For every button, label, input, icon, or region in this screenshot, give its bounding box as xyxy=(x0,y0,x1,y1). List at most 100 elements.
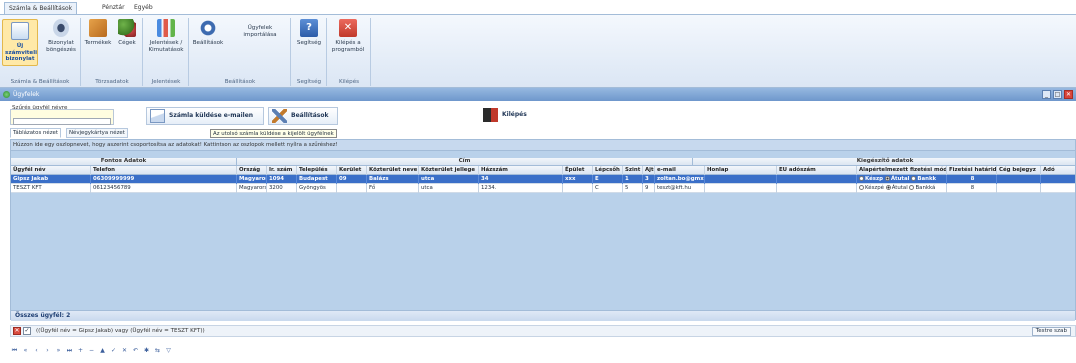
maximize-icon[interactable]: □ xyxy=(1053,90,1062,99)
ribbon-separator xyxy=(80,18,81,86)
nav-next-icon[interactable]: › xyxy=(43,346,52,355)
tab-penztar[interactable]: Pénztár xyxy=(98,2,129,14)
col-header-name[interactable]: Ügyfél név xyxy=(11,166,91,175)
table-row[interactable]: TESZT KFT 06123456789 Magyarország 3200 … xyxy=(11,184,1075,193)
payment-option-label: Átutal xyxy=(891,185,908,191)
cell-house: 34 xyxy=(479,175,563,184)
tab-table-view[interactable]: Táblázatos nézet xyxy=(10,128,61,138)
band-important-data: Fontos Adatok xyxy=(11,158,237,166)
column-header-row: Ügyfél név Telefon Ország Ir. szám Telep… xyxy=(11,166,1075,175)
toolbar-exit-button[interactable]: Kilépés xyxy=(480,107,536,125)
nav-edit-icon[interactable]: ▲ xyxy=(98,346,107,355)
tab-card-view[interactable]: Névjegykártya nézet xyxy=(66,128,128,138)
col-header-reg[interactable]: Cég bejegyz xyxy=(997,166,1041,175)
cell-eu-tax xyxy=(777,175,857,184)
col-header-tax[interactable]: Adó xyxy=(1041,166,1076,175)
col-header-district[interactable]: Kerület xyxy=(337,166,367,175)
col-header-stair[interactable]: Lépcsőh xyxy=(593,166,623,175)
col-header-street-type[interactable]: Közterület jellege xyxy=(419,166,479,175)
filter-bar: ✕ ✓ ((Ügyfél név = Gipsz Jakab) vagy (Üg… xyxy=(10,325,1076,337)
grid-footer: Összes ügyfél: 2 xyxy=(11,310,1075,321)
col-header-web[interactable]: Honlap xyxy=(705,166,777,175)
payment-radio[interactable] xyxy=(911,176,917,181)
nav-filter-icon[interactable]: ▽ xyxy=(164,346,173,355)
nav-goto-bookmark-icon[interactable]: ⇆ xyxy=(153,346,162,355)
help-icon: ? xyxy=(300,19,318,37)
document-new-icon xyxy=(11,22,29,40)
customize-filter-button[interactable]: Testre szab xyxy=(1031,327,1071,336)
window-title-bar: Ügyfelek _ □ ✕ xyxy=(0,88,1076,101)
table-row[interactable]: Gipsz Jakab 06309999999 Magyarország 109… xyxy=(11,175,1075,184)
new-voucher-button[interactable]: Új számviteli bizonylat xyxy=(2,19,38,66)
nav-cancel-icon[interactable]: ✕ xyxy=(120,346,129,355)
col-header-eu-tax[interactable]: EU adószám xyxy=(777,166,857,175)
send-invoice-email-button[interactable]: Számla küldése e-mailen xyxy=(146,107,264,125)
col-header-house[interactable]: Házszám xyxy=(479,166,563,175)
group-label-kilepes: Kilépés xyxy=(338,79,360,85)
nav-first-icon[interactable]: ⏮ xyxy=(10,346,19,355)
clear-filter-icon[interactable]: ✕ xyxy=(13,327,21,335)
cell-deadline[interactable]: 8 xyxy=(947,184,997,193)
reports-button[interactable]: Jelentések / Kimutatások xyxy=(146,19,186,53)
cell-floor: 5 xyxy=(623,184,643,193)
nav-post-icon[interactable]: ✓ xyxy=(109,346,118,355)
products-label: Termékek xyxy=(84,40,112,46)
help-button[interactable]: ? Segítség xyxy=(296,19,322,47)
col-header-payment[interactable]: Alapértelmezett fizetési mód xyxy=(857,166,947,175)
companies-icon xyxy=(118,19,136,37)
import-clients-button[interactable]: Ügyfelek importálása xyxy=(234,25,286,38)
ribbon-tab-bar: Számla & Beállítások Pénztár Egyéb xyxy=(0,0,1076,14)
browse-vouchers-button[interactable]: Bizonylat böngészés xyxy=(44,19,78,53)
toolbar-settings-button[interactable]: Beállítások xyxy=(268,107,338,125)
filter-enable-checkbox[interactable]: ✓ xyxy=(23,327,31,335)
filter-expression[interactable]: ((Ügyfél név = Gipsz Jakab) vagy (Ügyfél… xyxy=(36,326,205,336)
group-label-torzsadatok: Törzsadatok xyxy=(95,79,129,85)
col-header-city[interactable]: Település xyxy=(297,166,337,175)
gear-icon xyxy=(199,19,217,37)
col-header-deadline[interactable]: Fizetési határidő xyxy=(947,166,997,175)
nav-add-icon[interactable]: + xyxy=(76,346,85,355)
cell-web xyxy=(705,175,777,184)
ribbon-separator xyxy=(370,18,371,86)
cell-deadline[interactable]: 8 xyxy=(947,175,997,184)
col-header-floor[interactable]: Szint xyxy=(623,166,643,175)
payment-radio[interactable] xyxy=(885,185,891,190)
payment-radio[interactable] xyxy=(859,185,864,190)
tab-egyeb[interactable]: Egyéb xyxy=(130,2,157,14)
cell-country: Magyarország xyxy=(239,175,267,184)
cell-floor: 1 xyxy=(623,175,643,184)
col-header-street[interactable]: Közterület neve xyxy=(367,166,419,175)
tab-szamla-beallitasok[interactable]: Számla & Beállítások xyxy=(4,2,78,14)
nav-next-page-icon[interactable]: » xyxy=(54,346,63,355)
companies-label: Cégek xyxy=(118,40,136,46)
cell-reg xyxy=(997,175,1041,184)
companies-button[interactable]: Cégek xyxy=(114,19,140,47)
nav-delete-icon[interactable]: − xyxy=(87,346,96,355)
close-icon[interactable]: ✕ xyxy=(1064,90,1073,99)
col-header-phone[interactable]: Telefon xyxy=(91,166,237,175)
settings-label: Beállítások xyxy=(192,40,224,46)
payment-radio[interactable] xyxy=(909,185,915,190)
eye-icon xyxy=(53,19,69,37)
payment-radio[interactable] xyxy=(884,176,890,181)
col-header-email[interactable]: e-mail xyxy=(655,166,705,175)
cell-country: Magyarország xyxy=(239,184,267,193)
nav-refresh-icon[interactable]: ↶ xyxy=(131,346,140,355)
col-header-building[interactable]: Épület xyxy=(563,166,593,175)
payment-radio[interactable] xyxy=(859,176,864,181)
search-input[interactable] xyxy=(13,118,111,125)
products-button[interactable]: Termékek xyxy=(84,19,112,47)
col-header-zip[interactable]: Ir. szám xyxy=(267,166,297,175)
reports-label: Jelentések / Kimutatások xyxy=(148,40,184,53)
cell-door: 3 xyxy=(643,175,655,184)
nav-bookmark-icon[interactable]: ✱ xyxy=(142,346,151,355)
settings-button[interactable]: Beállítások xyxy=(192,19,224,47)
minimize-icon[interactable]: _ xyxy=(1042,90,1051,99)
col-header-country[interactable]: Ország xyxy=(237,166,267,175)
cell-payment: Készpé Átutal Bankká xyxy=(857,184,947,193)
exit-program-button[interactable]: ✕ Kilépés a programból xyxy=(330,19,366,53)
nav-prev-icon[interactable]: ‹ xyxy=(32,346,41,355)
col-header-door[interactable]: Ajtó xyxy=(643,166,655,175)
nav-prev-page-icon[interactable]: « xyxy=(21,346,30,355)
nav-last-icon[interactable]: ⏭ xyxy=(65,346,74,355)
